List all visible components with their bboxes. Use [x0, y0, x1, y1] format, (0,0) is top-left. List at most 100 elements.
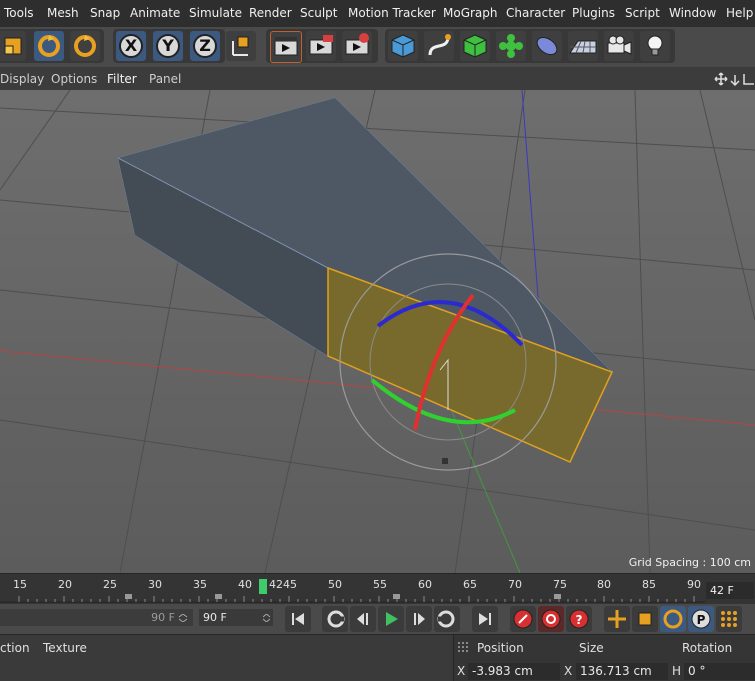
floor-icon[interactable] — [568, 31, 598, 61]
rotation-h-label: H — [672, 664, 682, 678]
playhead-marker[interactable] — [259, 579, 267, 594]
menu-simulate[interactable]: Simulate — [189, 6, 242, 20]
menu-mesh[interactable]: Mesh — [47, 6, 79, 20]
record-point-level-button[interactable] — [716, 606, 742, 632]
x-axis-lock-button[interactable]: X — [116, 31, 146, 61]
timeline-tick: 20 — [58, 578, 72, 591]
render-view-icon[interactable] — [270, 31, 302, 63]
render-settings-icon[interactable] — [342, 31, 372, 61]
viewport-menu-options[interactable]: Options — [51, 72, 97, 86]
y-axis-lock-button[interactable]: Y — [153, 31, 183, 61]
coordinates-manager: Position Size Rotation X -3.983 cm X 136… — [453, 635, 755, 681]
tab-texture[interactable]: Texture — [43, 641, 87, 655]
position-x-field[interactable]: -3.983 cm — [468, 663, 560, 680]
keyframe-marker[interactable] — [554, 594, 561, 599]
record-rotation-button[interactable] — [660, 606, 686, 632]
goto-next-key-button[interactable] — [434, 606, 460, 632]
viewport-menu-filter[interactable]: Filter — [107, 72, 137, 86]
cloner-icon[interactable] — [496, 31, 526, 61]
menu-plugins[interactable]: Plugins — [572, 6, 615, 20]
viewport-menu-panel[interactable]: Panel — [149, 72, 181, 86]
y-axis-label: Y — [162, 36, 174, 55]
size-x-field[interactable]: 136.713 cm — [576, 663, 668, 680]
menu-character[interactable]: Character — [506, 6, 565, 20]
menu-tools[interactable]: Tools — [4, 6, 34, 20]
goto-prev-key-button[interactable] — [322, 606, 348, 632]
record-active-objects-button[interactable] — [510, 606, 536, 632]
camera-icon[interactable] — [604, 31, 634, 61]
coordinate-system-icon[interactable] — [226, 31, 256, 61]
deformer-icon[interactable] — [532, 31, 562, 61]
autokeying-button[interactable] — [538, 606, 564, 632]
menu-sculpt[interactable]: Sculpt — [300, 6, 337, 20]
menu-script[interactable]: Script — [625, 6, 660, 20]
timeline-tick: 25 — [103, 578, 117, 591]
timeline-ruler[interactable]: 15 20 25 30 35 40 42 45 50 55 60 65 70 7… — [0, 573, 755, 605]
menu-mograph[interactable]: MoGraph — [443, 6, 498, 20]
prev-frame-button[interactable] — [350, 606, 376, 632]
timeline-tick: 55 — [373, 578, 387, 591]
bottom-panels: ction Texture Position Size Rotation X -… — [0, 634, 755, 681]
current-frame-field[interactable]: 42 F — [706, 582, 754, 599]
cube-object-icon[interactable] — [388, 31, 418, 61]
next-frame-button[interactable] — [406, 606, 432, 632]
keyframe-marker[interactable] — [393, 594, 400, 599]
timeline-tick: 30 — [148, 578, 162, 591]
grip-icon[interactable] — [458, 642, 470, 654]
menu-render[interactable]: Render — [249, 6, 292, 20]
timeline-tick: 90 — [687, 578, 701, 591]
goto-end-button[interactable] — [472, 606, 498, 632]
position-x-value: -3.983 cm — [472, 664, 533, 678]
timeline-tick: 85 — [642, 578, 656, 591]
pos-x-label: X — [457, 664, 466, 678]
size-x-label: X — [564, 664, 573, 678]
menu-help[interactable]: Help — [726, 6, 753, 20]
spline-pen-icon[interactable] — [424, 31, 454, 61]
menu-motion-tracker[interactable]: Motion Tracker — [348, 6, 436, 20]
timeline-tick: 15 — [13, 578, 27, 591]
menu-bar: Tools Mesh Snap Animate Simulate Render … — [0, 0, 755, 27]
position-header: Position — [477, 641, 524, 655]
goto-start-button[interactable] — [285, 606, 311, 632]
menu-snap[interactable]: Snap — [90, 6, 120, 20]
timeline-tick: 50 — [328, 578, 342, 591]
z-axis-lock-button[interactable]: Z — [190, 31, 220, 61]
rotate-tool-icon[interactable] — [34, 31, 64, 61]
keyframe-marker[interactable] — [125, 594, 132, 599]
viewport-nav-icons[interactable] — [713, 71, 755, 87]
scale-tool-icon[interactable] — [0, 31, 26, 61]
end-frame-field[interactable]: 90 F — [199, 609, 273, 626]
rotation-header: Rotation — [682, 641, 733, 655]
menu-animate[interactable]: Animate — [130, 6, 180, 20]
light-icon[interactable] — [640, 31, 670, 61]
timeline-ticks — [0, 594, 705, 603]
keyframe-selection-button[interactable]: ? — [566, 606, 592, 632]
main-toolbar: X Y Z — [0, 27, 755, 68]
timeline-tick-current: 42 — [269, 578, 283, 591]
recent-tool-icon[interactable] — [70, 31, 100, 61]
x-axis-label: X — [124, 36, 138, 55]
grid-spacing-label: Grid Spacing : 100 cm — [628, 556, 751, 569]
timeline-tick: 70 — [508, 578, 522, 591]
preview-range-slider[interactable]: 90 F — [0, 609, 193, 626]
stepper-icon[interactable] — [178, 614, 188, 622]
record-position-button[interactable] — [604, 606, 630, 632]
keyframe-marker[interactable] — [215, 594, 222, 599]
render-picture-viewer-icon[interactable] — [306, 31, 336, 61]
end-frame-stepper-icon[interactable] — [263, 614, 270, 622]
3d-viewport[interactable]: Grid Spacing : 100 cm — [0, 90, 755, 573]
timeline-tick: 65 — [463, 578, 477, 591]
viewport-scene — [0, 90, 755, 573]
menu-window[interactable]: Window — [669, 6, 716, 20]
subdivision-surface-icon[interactable] — [460, 31, 490, 61]
record-scale-button[interactable] — [632, 606, 658, 632]
play-button[interactable] — [378, 606, 404, 632]
record-parameter-button[interactable]: P — [688, 606, 714, 632]
rotation-h-field[interactable]: 0 ° — [684, 663, 755, 680]
viewport-menu-display[interactable]: Display — [0, 72, 44, 86]
rotation-h-value: 0 ° — [688, 664, 706, 678]
size-header: Size — [579, 641, 604, 655]
svg-text:?: ? — [576, 613, 583, 627]
end-frame-value: 90 F — [203, 611, 227, 624]
tab-function[interactable]: ction — [0, 641, 30, 655]
